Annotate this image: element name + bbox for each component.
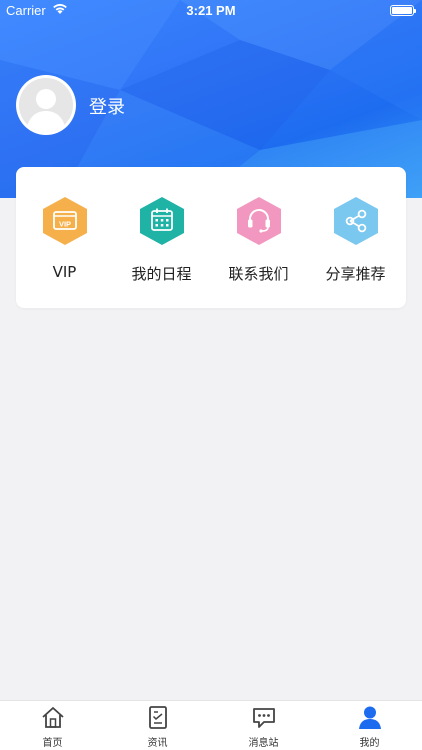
feature-share-label: 分享推荐 [325,265,386,283]
feature-vip[interactable]: VIP VIP [16,167,113,308]
vip-icon: VIP [43,197,87,245]
feature-schedule-label: 我的日程 [131,265,192,283]
home-icon [42,707,64,728]
message-icon [253,708,275,728]
feature-contact[interactable]: 联系我们 [210,167,307,308]
tab-bar: 首页 资讯 消息站 我的 [0,700,422,750]
share-icon [334,197,378,245]
default-avatar-icon [19,78,73,132]
status-time: 3:21 PM [186,3,236,18]
battery-icon [390,5,416,16]
svg-text:VIP: VIP [59,220,71,229]
headset-icon [237,197,281,245]
feature-share[interactable]: 分享推荐 [307,167,404,308]
feature-vip-label: VIP [52,263,77,281]
tab-home[interactable]: 首页 [0,701,105,750]
tab-messages-label: 消息站 [248,738,279,749]
login-link[interactable]: 登录 [89,93,125,119]
calendar-icon [140,197,184,245]
feature-card: VIP VIP 我的日程 联系我们 分享推荐 [16,167,406,308]
tab-profile[interactable]: 我的 [317,701,422,750]
tab-news-label: 资讯 [147,738,168,749]
status-bar: Carrier 3:21 PM [0,0,422,22]
feature-contact-label: 联系我们 [228,265,289,283]
tab-home-label: 首页 [42,738,63,749]
news-icon [149,706,167,729]
tab-messages[interactable]: 消息站 [211,701,316,750]
tab-news[interactable]: 资讯 [105,701,210,750]
profile-icon [359,706,381,729]
feature-schedule[interactable]: 我的日程 [113,167,210,308]
tab-profile-label: 我的 [359,738,380,749]
avatar[interactable] [16,75,76,135]
